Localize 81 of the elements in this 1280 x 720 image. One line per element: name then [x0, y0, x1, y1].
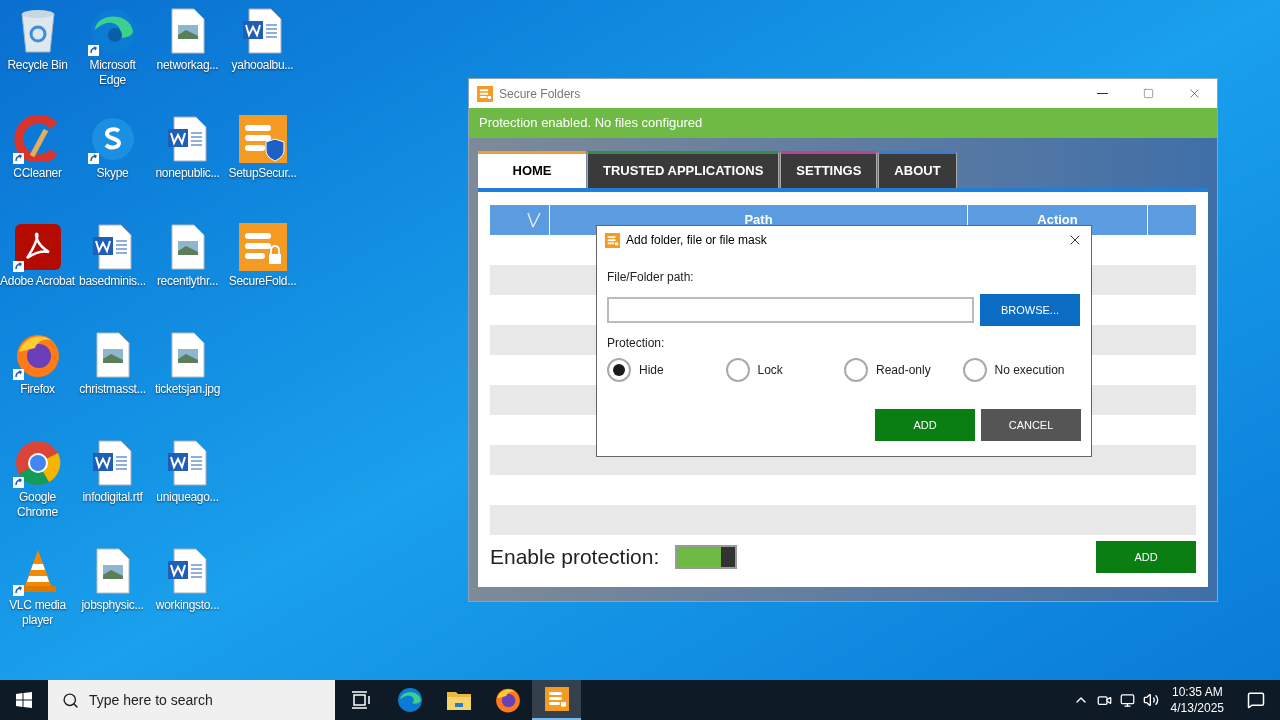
- firefox-icon: [494, 687, 521, 713]
- tab[interactable]: HOME: [478, 151, 586, 188]
- app-logo-icon: [477, 85, 493, 102]
- network-icon[interactable]: [1119, 692, 1135, 708]
- shortcut-arrow-icon: [12, 153, 24, 164]
- desktop-icon-label[interactable]: uniqueago...: [156, 490, 219, 505]
- edge-icon: [396, 687, 423, 713]
- word-document-icon: [167, 115, 208, 163]
- folder-icon: [446, 690, 471, 710]
- minimize-icon: [1096, 93, 1108, 94]
- desktop-icon-label[interactable]: Google Chrome: [0, 490, 75, 520]
- path-label: File/Folder path:: [607, 269, 695, 286]
- browse-button[interactable]: BROWSE...: [980, 294, 1080, 326]
- word-document-icon: [92, 223, 133, 271]
- word-document-icon: [167, 547, 208, 595]
- word-document-icon: [167, 439, 208, 487]
- skype-icon: [89, 116, 136, 162]
- desktop-icon-label[interactable]: CCleaner: [13, 166, 62, 181]
- desktop-icon-label[interactable]: jobsphysic...: [81, 598, 144, 613]
- lock-drive-icon: [238, 223, 287, 271]
- add-button[interactable]: ADD: [1096, 541, 1196, 573]
- protection-toggle[interactable]: [675, 545, 738, 569]
- desktop-icon-label[interactable]: basedminis...: [79, 274, 146, 289]
- dialog-title: Add folder, file or file mask: [626, 232, 767, 249]
- word-document-icon: [242, 7, 283, 55]
- protection-label: Protection:: [607, 335, 666, 352]
- desktop-icon[interactable]: [237, 114, 288, 164]
- setup-shield-icon: [238, 115, 287, 163]
- path-input-field[interactable]: [607, 297, 974, 323]
- drive-stack-icon: [544, 687, 569, 711]
- desktop-icon-label[interactable]: Skype: [96, 166, 129, 181]
- desktop-icon-label[interactable]: SecureFold...: [228, 274, 297, 289]
- desktop-icon-label[interactable]: VLC media player: [0, 598, 75, 628]
- clock[interactable]: 10:35 AM 4/13/2025: [1162, 684, 1232, 716]
- acrobat-icon: [14, 224, 61, 270]
- protection-radio[interactable]: Read-only: [844, 358, 963, 382]
- desktop-icon-label[interactable]: Microsoft Edge: [75, 58, 150, 88]
- shortcut-arrow-icon: [12, 369, 24, 380]
- desktop-icon-label[interactable]: nonepublic...: [155, 166, 220, 181]
- window-title: Secure Folders: [499, 85, 581, 103]
- desktop-icon-label[interactable]: workingsto...: [155, 598, 220, 613]
- dialog-logo-icon: [605, 232, 620, 248]
- protection-radio[interactable]: No execution: [962, 358, 1081, 382]
- desktop-icon-label[interactable]: Recycle Bin: [7, 58, 68, 73]
- desktop-icon[interactable]: [237, 222, 288, 272]
- protection-radio[interactable]: Lock: [725, 358, 844, 382]
- protection-radio[interactable]: Hide: [607, 358, 726, 382]
- cancel-button[interactable]: CANCEL: [981, 409, 1081, 441]
- status-banner: Protection enabled. No files configured: [469, 108, 1217, 138]
- enable-protection-label: Enable protection:: [490, 544, 660, 571]
- shortcut-arrow-icon: [12, 585, 24, 596]
- volume-icon[interactable]: [1142, 692, 1159, 708]
- shortcut-arrow-icon: [87, 153, 99, 164]
- desktop-icon-label[interactable]: christmasst...: [79, 382, 146, 397]
- desktop-icon-label[interactable]: recentlythr...: [156, 274, 219, 289]
- desktop-icon-label[interactable]: yahooalbu...: [231, 58, 294, 73]
- desktop-icon-label[interactable]: Adobe Acrobat: [0, 274, 75, 289]
- firefox-icon: [14, 332, 61, 378]
- shortcut-arrow-icon: [87, 45, 99, 56]
- task-view-icon: [350, 691, 371, 709]
- desktop-icon-label[interactable]: infodigital.rtf: [82, 490, 143, 505]
- desktop-icon[interactable]: [12, 222, 63, 272]
- dialog-add-button[interactable]: ADD: [875, 409, 975, 441]
- search-icon: [62, 691, 79, 709]
- maximize-icon: [1142, 88, 1154, 99]
- desktop-icon-label[interactable]: ticketsjan.jpg: [154, 382, 221, 397]
- shortcut-arrow-icon: [12, 261, 24, 272]
- desktop-icon-label[interactable]: networkag...: [156, 58, 219, 73]
- notifications-icon[interactable]: [1247, 691, 1265, 709]
- word-document-icon: [92, 439, 133, 487]
- taskbar-button[interactable]: [532, 680, 581, 720]
- desktop-icon[interactable]: [12, 438, 63, 488]
- search-field[interactable]: Type here to search: [48, 680, 335, 720]
- shortcut-arrow-icon: [12, 477, 24, 488]
- chrome-icon: [13, 439, 62, 487]
- desktop-icon-label[interactable]: SetupSecur...: [228, 166, 297, 181]
- tab[interactable]: SETTINGS: [780, 151, 878, 188]
- tab[interactable]: ABOUT: [878, 151, 957, 188]
- tab[interactable]: TRUSTED APPLICATIONS: [587, 151, 780, 188]
- desktop-icon-label[interactable]: Firefox: [20, 382, 55, 397]
- windows-logo-icon: [16, 692, 32, 708]
